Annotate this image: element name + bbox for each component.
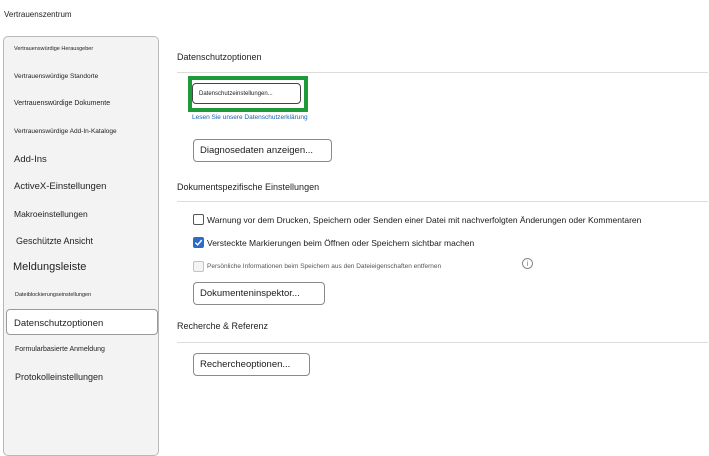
option-remove-personal-info: Persönliche Informationen beim Speichern…	[193, 261, 441, 272]
sidebar-item-file-block-settings[interactable]: Dateiblockierungseinstellungen	[15, 292, 91, 298]
checkbox[interactable]	[193, 237, 204, 248]
sidebar-item-activex-settings[interactable]: ActiveX-Einstellungen	[14, 181, 106, 192]
privacy-options-heading: Datenschutzoptionen	[177, 52, 262, 62]
sidebar-item-trusted-addin-catalogs[interactable]: Vertrauenswürdige Add-In-Kataloge	[14, 128, 117, 135]
option-label: Persönliche Informationen beim Speichern…	[207, 263, 442, 270]
show-diagnostic-data-button[interactable]: Diagnosedaten anzeigen...	[193, 139, 332, 162]
checkbox	[193, 261, 204, 272]
sidebar-item-privacy-options[interactable]: Datenschutzoptionen	[14, 318, 103, 329]
option-label: Versteckte Markierungen beim Öffnen oder…	[207, 237, 475, 248]
sidebar-item-addins[interactable]: Add-Ins	[14, 154, 47, 165]
sidebar-item-trusted-locations[interactable]: Vertrauenswürdige Standorte	[14, 73, 98, 80]
sidebar: Vertrauenswürdige Herausgeber Vertrauens…	[3, 36, 159, 456]
document-settings-heading: Dokumentspezifische Einstellungen	[177, 182, 320, 192]
divider	[177, 201, 708, 202]
document-inspector-button[interactable]: Dokumenteninspektor...	[193, 282, 325, 305]
sidebar-item-logging-settings[interactable]: Protokolleinstellungen	[15, 372, 103, 382]
checkmark-icon	[194, 239, 203, 246]
privacy-statement-link[interactable]: Lesen Sie unsere Datenschutzerklärung	[192, 114, 308, 121]
sidebar-item-trusted-documents[interactable]: Vertrauenswürdige Dokumente	[14, 100, 110, 107]
option-label: Warnung vor dem Drucken, Speichern oder …	[207, 214, 642, 225]
research-reference-heading: Recherche & Referenz	[177, 321, 269, 331]
window-title: Vertrauenszentrum	[4, 10, 72, 19]
sidebar-item-trusted-publishers[interactable]: Vertrauenswürdige Herausgeber	[14, 46, 93, 52]
privacy-settings-button[interactable]: Datenschutzeinstellungen...	[192, 83, 301, 104]
sidebar-item-macro-settings[interactable]: Makroeinstellungen	[14, 209, 88, 219]
info-icon[interactable]: i	[522, 258, 533, 269]
checkbox[interactable]	[193, 214, 204, 225]
sidebar-item-protected-view[interactable]: Geschützte Ansicht	[16, 236, 93, 246]
sidebar-item-message-bar[interactable]: Meldungsleiste	[13, 261, 86, 273]
option-show-hidden-markup[interactable]: Versteckte Markierungen beim Öffnen oder…	[193, 237, 474, 248]
divider	[177, 72, 708, 73]
divider	[177, 342, 708, 343]
sidebar-item-form-based-signin[interactable]: Formularbasierte Anmeldung	[15, 346, 105, 353]
option-warn-tracked-changes[interactable]: Warnung vor dem Drucken, Speichern oder …	[193, 214, 641, 225]
research-options-button[interactable]: Rechercheoptionen...	[193, 353, 310, 376]
